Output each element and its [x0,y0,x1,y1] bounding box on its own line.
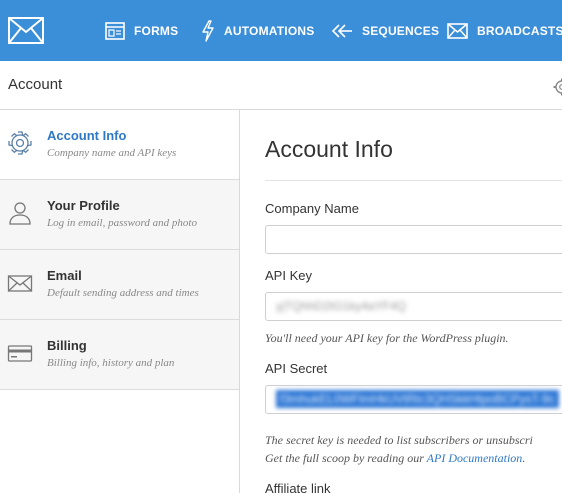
nav-sequences[interactable]: SEQUENCES [331,0,439,61]
sidebar-item-account-info[interactable]: Account Info Company name and API keys [0,110,239,180]
gear-icon[interactable] [553,78,562,96]
gear-icon [8,131,32,155]
company-name-input[interactable] [265,225,562,254]
page-title: Account Info [265,136,393,162]
sidebar-item-your-profile[interactable]: Your Profile Log in email, password and … [0,180,239,250]
sidebar-item-email[interactable]: Email Default sending address and times [0,250,239,320]
affiliate-link-label: Affiliate link [265,481,331,493]
nav-automations[interactable]: AUTOMATIONS [201,0,314,61]
api-key-help: You'll need your API key for the WordPre… [265,331,509,345]
api-key-label: API Key [265,268,312,283]
api-key-value: yjTQhhD2tG1ky4aYF4Q [276,299,407,313]
sidebar-item-title: Email [47,268,82,283]
api-secret-help-line2: Get the full scoop by reading our API Do… [265,451,525,466]
help-text-suffix: . [522,451,526,465]
nav-forms-label: FORMS [134,23,179,38]
sequence-arrows-icon [331,23,352,38]
api-key-field[interactable]: yjTQhhD2tG1ky4aYF4Q [265,292,562,321]
help-text: Get the full scoop by reading our [265,451,427,465]
top-nav-bar: FORMS AUTOMATIONS SEQUENCES BROADCASTS [0,0,562,61]
envelope-icon [7,275,33,292]
account-info-panel: Account Info Company Name API Key yjTQhh… [240,110,562,493]
user-icon [9,202,31,225]
api-secret-label: API Secret [265,361,328,376]
sidebar-item-subtitle: Log in email, password and photo [47,217,197,229]
sidebar-item-title: Your Profile [47,198,120,213]
api-secret-help-line1: The secret key is needed to list subscri… [265,433,533,447]
credit-card-icon [7,345,33,362]
nav-forms[interactable]: FORMS [105,0,178,61]
nav-automations-label: AUTOMATIONS [224,23,315,38]
lightning-icon [202,19,214,42]
nav-sequences-label: SEQUENCES [362,23,440,38]
api-secret-value: f3mhukEL0WFlmHkUVtRtc3QHSkkHtpoBCPysT-9c [276,390,559,408]
sidebar-item-billing[interactable]: Billing Billing info, history and plan [0,320,239,390]
nav-broadcasts[interactable]: BROADCASTS [447,0,562,61]
sidebar-item-title: Account Info [47,128,127,143]
sidebar-item-subtitle: Company name and API keys [47,147,177,159]
sidebar-item-subtitle: Default sending address and times [47,287,199,299]
account-title: Account [8,76,63,93]
company-name-label: Company Name [265,201,359,216]
form-icon [105,21,125,40]
sidebar-item-title: Billing [47,338,87,353]
nav-broadcasts-label: BROADCASTS [477,23,562,38]
api-documentation-link[interactable]: API Documentation [427,451,523,465]
account-header: Account [0,61,562,110]
envelope-icon [447,22,468,39]
settings-sidebar: Account Info Company name and API keys Y… [0,110,240,493]
divider [265,180,562,181]
api-secret-field[interactable]: f3mhukEL0WFlmHkUVtRtc3QHSkkHtpoBCPysT-9c [265,385,562,414]
envelope-logo-icon[interactable] [8,17,44,44]
sidebar-item-subtitle: Billing info, history and plan [47,357,175,369]
